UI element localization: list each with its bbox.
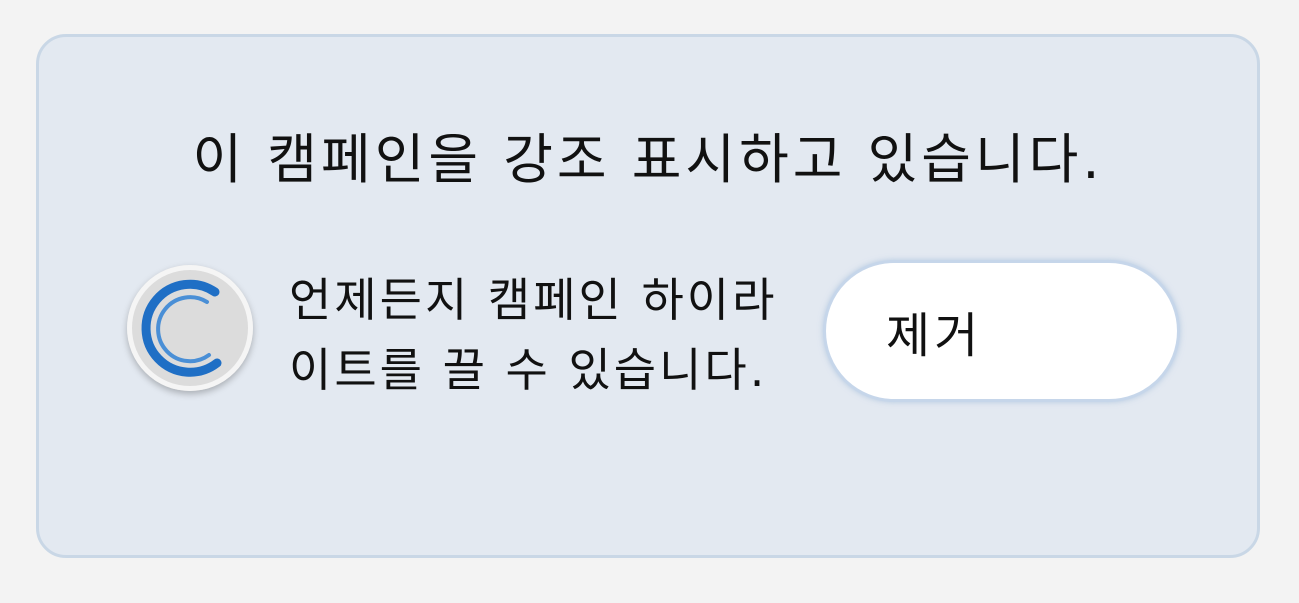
remove-button[interactable]: 제거 xyxy=(823,260,1180,402)
spinner-graphic xyxy=(141,279,222,377)
campaign-highlight-card: 이 캠페인을 강조 표시하고 있습니다. 언제든지 캠페인 하이라이트를 끌 수… xyxy=(36,34,1260,558)
highlight-headline: 이 캠페인을 강조 표시하고 있습니다. xyxy=(192,128,1104,191)
spinner-icon xyxy=(127,265,253,391)
turn-off-message: 언제든지 캠페인 하이라이트를 끌 수 있습니다. xyxy=(289,273,778,397)
